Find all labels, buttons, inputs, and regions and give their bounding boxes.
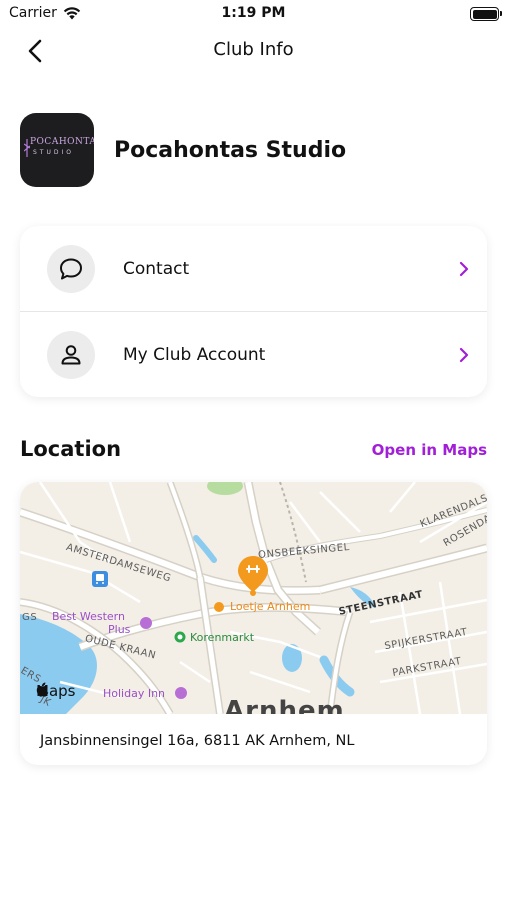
club-header: POCAHONTAS STUDIO Pocahontas Studio (20, 113, 346, 187)
account-icon-circle (47, 330, 95, 379)
chevron-right-icon (459, 347, 469, 362)
poi-best-western[interactable]: Best Western (52, 610, 125, 623)
nav-bar: Club Info (0, 28, 507, 74)
contact-row[interactable]: Contact (20, 226, 487, 311)
location-title: Location (20, 437, 122, 461)
my-club-account-label: My Club Account (123, 344, 266, 365)
map-card[interactable]: AMSTERDAMSEWEG ONSBEEKSINGEL STEENSTRAAT… (20, 482, 487, 765)
poi-korenmarkt[interactable]: Korenmarkt (190, 631, 254, 644)
map-view[interactable]: AMSTERDAMSEWEG ONSBEEKSINGEL STEENSTRAAT… (20, 482, 487, 714)
open-in-maps-link[interactable]: Open in Maps (372, 441, 487, 459)
contact-icon-circle (47, 244, 95, 293)
poi-best-western-plus: Plus (108, 623, 131, 636)
my-club-account-row[interactable]: My Club Account (20, 312, 487, 397)
status-time: 1:19 PM (221, 5, 286, 21)
address-text: Jansbinnensingel 16a, 6811 AK Arnhem, NL (40, 733, 355, 749)
city-label: Arnhem (224, 696, 345, 714)
menu-card: Contact My Club Account (20, 226, 487, 397)
chat-bubble-icon (60, 258, 82, 279)
apple-icon (36, 682, 49, 697)
contact-label: Contact (123, 258, 190, 279)
club-logo: POCAHONTAS STUDIO (20, 113, 94, 187)
club-name: Pocahontas Studio (114, 137, 347, 163)
logo-text: POCAHONTAS (30, 137, 94, 147)
person-icon (61, 344, 81, 364)
poi-holiday-inn[interactable]: Holiday Inn (103, 687, 165, 700)
page-title: Club Info (213, 39, 294, 60)
chevron-right-icon (459, 261, 469, 276)
status-bar: Carrier 1:19 PM (0, 0, 507, 28)
apple-maps-logo: Maps (36, 682, 75, 700)
poi-loetje-arnhem[interactable]: Loetje Arnhem (230, 600, 310, 613)
logo-subtext: STUDIO (33, 149, 74, 156)
street-label: GS (22, 612, 38, 623)
battery-icon (470, 7, 502, 21)
